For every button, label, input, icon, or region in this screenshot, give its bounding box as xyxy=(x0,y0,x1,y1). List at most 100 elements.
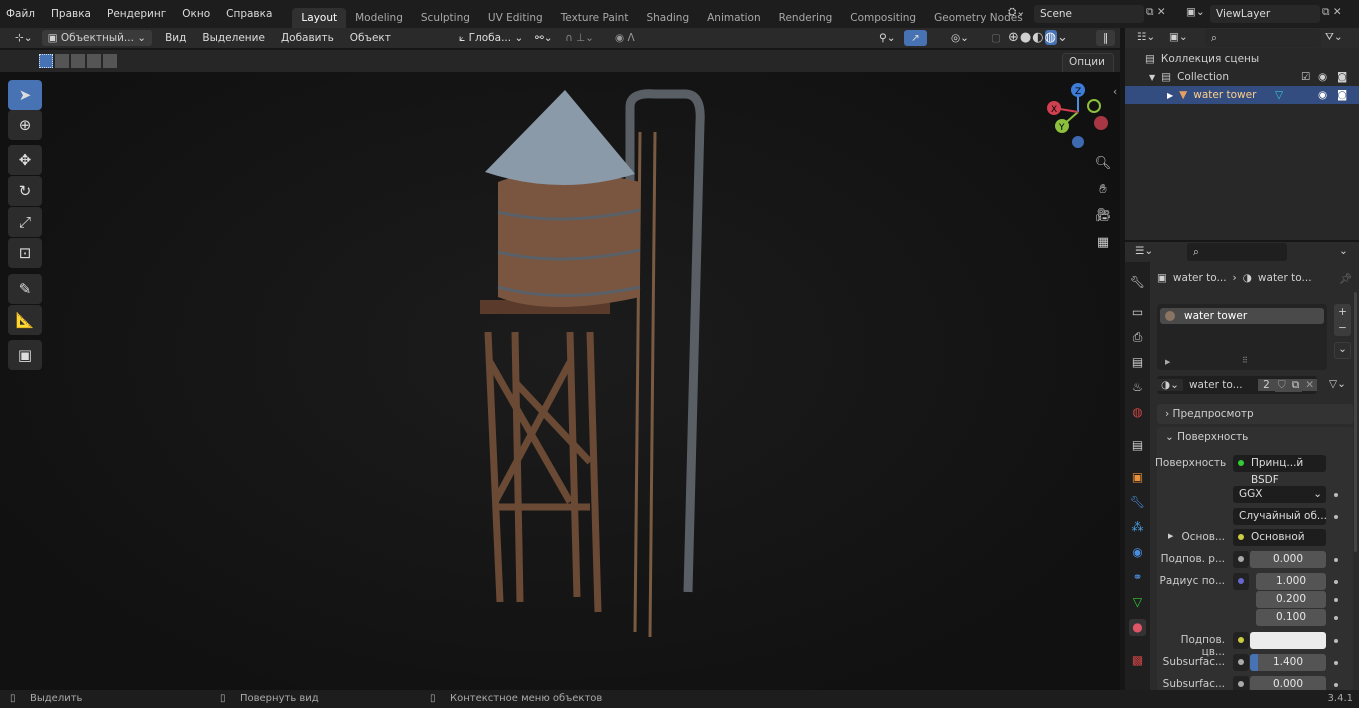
exclude-checkbox[interactable]: ☑ xyxy=(1301,71,1310,83)
select-subtract-icon[interactable] xyxy=(71,54,85,68)
rotate-tool-icon[interactable]: ↻ xyxy=(8,176,42,206)
expand-arrow-icon[interactable]: ▶ xyxy=(1167,91,1173,100)
camera-view-icon[interactable]: 🎥︎ xyxy=(1094,208,1112,226)
tab-animation[interactable]: Animation xyxy=(698,8,770,28)
scene-icon[interactable]: ⛭⌄ xyxy=(1008,6,1025,19)
new-view-layer-icon[interactable]: ⧉ ✕ xyxy=(1322,6,1342,19)
new-scene-icon[interactable]: ⧉ ✕ xyxy=(1146,6,1166,19)
menu-object[interactable]: Объект xyxy=(343,30,398,46)
material-shading-icon[interactable]: ◐ xyxy=(1032,30,1044,45)
collapse-sidebar-icon[interactable]: ‹ xyxy=(1113,86,1117,98)
menu-add[interactable]: Добавить xyxy=(274,30,341,46)
socket-button[interactable] xyxy=(1233,632,1249,649)
zoom-icon[interactable]: 🔍︎ xyxy=(1094,156,1112,174)
select-invert-icon[interactable] xyxy=(87,54,101,68)
overlay-icon[interactable]: ◎⌄ xyxy=(944,30,976,46)
keyframe-dot[interactable] xyxy=(1334,558,1338,562)
keyframe-dot[interactable] xyxy=(1334,639,1338,643)
move-tool-icon[interactable]: ✥ xyxy=(8,145,42,175)
render-camera-icon[interactable]: ◙ xyxy=(1337,89,1347,101)
filter-icon[interactable]: ⛛⌄ xyxy=(1325,31,1343,44)
scale-tool-icon[interactable]: ⤢ xyxy=(8,207,42,237)
navigation-gizmo[interactable]: Z Y X xyxy=(1040,80,1120,160)
3d-viewport[interactable]: ➤ ⊕ ✥ ↻ ⤢ ⊡ ✎ 📐 ▣ Z Y X ‹ 🔍︎ ✋︎ 🎥︎ ▦ xyxy=(0,72,1120,690)
visibility-icon[interactable]: ⚲⌄ xyxy=(872,30,903,46)
visibility-eye-icon[interactable]: ◉ xyxy=(1318,89,1327,101)
subsurface-radius-y[interactable]: 0.200 xyxy=(1256,591,1326,608)
keyframe-dot[interactable] xyxy=(1334,493,1338,497)
tab-sculpting[interactable]: Sculpting xyxy=(412,8,479,28)
view-layer-selector[interactable]: ViewLayer xyxy=(1210,5,1320,23)
tab-rendering[interactable]: Rendering xyxy=(770,8,842,28)
pivot-icon[interactable]: ⚯⌄ xyxy=(528,30,560,46)
select-extend-icon[interactable] xyxy=(55,54,69,68)
subsurface-ior-field[interactable]: 1.400 xyxy=(1250,654,1326,671)
menu-window[interactable]: Окно xyxy=(174,8,218,20)
proportional-edit-icon[interactable]: ◉ Λ xyxy=(608,30,642,46)
pause-render-icon[interactable]: ‖ xyxy=(1096,30,1116,46)
menu-render[interactable]: Рендеринг xyxy=(99,8,174,20)
base-color-link-field[interactable]: Основной цвет xyxy=(1233,529,1326,560)
tab-uv-editing[interactable]: UV Editing xyxy=(479,8,552,28)
distribution-dropdown[interactable]: GGX ⌄ xyxy=(1233,486,1326,503)
rendered-shading-icon[interactable]: ◍ xyxy=(1044,30,1057,45)
socket-button[interactable] xyxy=(1233,551,1249,568)
keyframe-dot[interactable] xyxy=(1334,683,1338,687)
menu-edit[interactable]: Правка xyxy=(43,8,99,20)
socket-button[interactable] xyxy=(1233,654,1249,671)
gizmo-toggle-icon[interactable]: ↗ xyxy=(904,30,927,46)
add-cube-tool-icon[interactable]: ▣ xyxy=(8,340,42,370)
tab-layout[interactable]: Layout xyxy=(292,8,347,28)
expand-arrow-icon[interactable]: ▼ xyxy=(1149,73,1155,82)
water-tower-model[interactable] xyxy=(440,82,740,652)
view-layer-icon[interactable]: ▣⌄ xyxy=(1186,6,1205,18)
keyframe-dot[interactable] xyxy=(1334,616,1338,620)
select-intersect-icon[interactable] xyxy=(103,54,117,68)
socket-button[interactable] xyxy=(1233,573,1249,590)
subsurface-color-swatch[interactable] xyxy=(1250,632,1326,649)
cursor-tool-icon[interactable]: ⊕ xyxy=(8,110,42,140)
outliner-collection[interactable]: ▼ ▤ Collection ☑ ◉ ◙ xyxy=(1125,68,1359,86)
subsurface-method-dropdown[interactable]: Случайный об... xyxy=(1233,508,1326,525)
transform-orientation[interactable]: ⟀ Глоба... ⌄ xyxy=(452,30,530,47)
shading-modes[interactable]: ⊕●◐◍⌄ xyxy=(1008,30,1069,45)
visibility-eye-icon[interactable]: ◉ xyxy=(1318,71,1327,83)
perspective-grid-icon[interactable]: ▦ xyxy=(1094,235,1112,253)
properties-scrollbar[interactable] xyxy=(1354,292,1357,552)
surface-shader-field[interactable]: Принц...й BSDF xyxy=(1233,455,1326,486)
tab-modeling[interactable]: Modeling xyxy=(346,8,412,28)
keyframe-dot[interactable] xyxy=(1334,598,1338,602)
tab-shading[interactable]: Shading xyxy=(637,8,698,28)
tab-texture-paint[interactable]: Texture Paint xyxy=(552,8,638,28)
xray-icon[interactable]: ▢ xyxy=(984,30,1008,46)
menu-help[interactable]: Справка xyxy=(218,8,280,20)
select-new-icon[interactable] xyxy=(39,54,53,68)
menu-file[interactable]: Файл xyxy=(0,8,43,20)
outliner-search-input[interactable]: ⌕ xyxy=(1205,29,1321,47)
subsurface-weight-field[interactable]: 0.000 xyxy=(1250,551,1326,568)
transform-tool-icon[interactable]: ⊡ xyxy=(8,238,42,268)
render-camera-icon[interactable]: ◙ xyxy=(1337,71,1347,83)
mesh-data-icon[interactable]: ▽ xyxy=(1275,89,1283,101)
display-mode-icon[interactable]: ☷⌄ xyxy=(1137,31,1155,43)
keyframe-dot[interactable] xyxy=(1334,515,1338,519)
tab-compositing[interactable]: Compositing xyxy=(841,8,925,28)
solid-shading-icon[interactable]: ● xyxy=(1020,30,1032,45)
outliner-scene-collection[interactable]: ▤ Коллекция сцены xyxy=(1125,50,1359,68)
menu-view[interactable]: Вид xyxy=(158,30,193,46)
menu-select[interactable]: Выделение xyxy=(195,30,272,46)
view-layer-filter-icon[interactable]: ▣⌄ xyxy=(1169,31,1188,43)
wireframe-shading-icon[interactable]: ⊕ xyxy=(1008,30,1020,45)
measure-tool-icon[interactable]: 📐 xyxy=(8,305,42,335)
keyframe-dot[interactable] xyxy=(1334,580,1338,584)
scene-selector[interactable]: Scene xyxy=(1034,5,1144,23)
mode-selector[interactable]: ▣ Объектный... ⌄ xyxy=(41,30,153,46)
select-box-tool-icon[interactable]: ➤ xyxy=(8,80,42,110)
pan-hand-icon[interactable]: ✋︎ xyxy=(1094,182,1112,200)
keyframe-dot[interactable] xyxy=(1334,661,1338,665)
outliner-object-water-tower[interactable]: ▶ ▼ water tower ▽ ◉ ◙ xyxy=(1125,86,1359,104)
subsurface-radius-z[interactable]: 0.100 xyxy=(1256,609,1326,626)
editor-type-icon[interactable]: ⊹⌄ xyxy=(8,30,40,46)
annotate-tool-icon[interactable]: ✎ xyxy=(8,274,42,304)
snap-icon[interactable]: ∩ ⊥⌄ xyxy=(558,30,601,46)
